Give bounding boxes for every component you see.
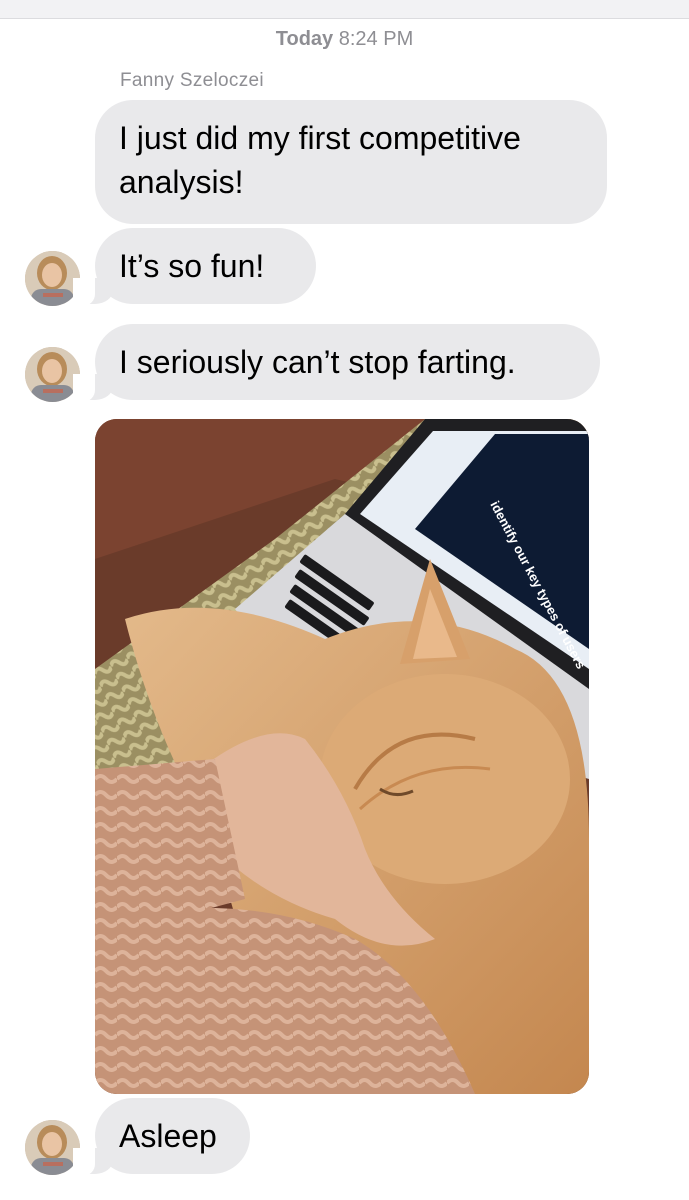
message-bubble[interactable]: I seriously can’t stop farting. (73, 324, 600, 402)
person-avatar-icon (25, 251, 80, 306)
message-bubble[interactable]: It’s so fun! (73, 228, 316, 306)
message-text: I seriously can’t stop farting. (119, 344, 516, 380)
cat-laptop-photo: identify our key types of users (95, 419, 589, 1094)
message-bubble[interactable]: Asleep (73, 1098, 250, 1176)
message-text: Asleep (119, 1118, 217, 1154)
message-bubble[interactable]: I just did my first competitive analysis… (95, 100, 607, 224)
person-avatar-icon (25, 347, 80, 402)
photo-attachment[interactable]: identify our key types of users (95, 419, 589, 1094)
message-text: It’s so fun! (119, 248, 265, 284)
sender-avatar[interactable] (25, 347, 80, 402)
sender-avatar[interactable] (25, 1120, 80, 1175)
timestamp-time: 8:24 PM (338, 28, 414, 50)
message-thread: Today 8:24 PM Fanny Szeloczei I just did… (0, 0, 689, 1200)
top-edge (0, 0, 689, 19)
person-avatar-icon (25, 1120, 80, 1175)
message-text: I just did my first competitive analysis… (119, 120, 521, 200)
thread-timestamp: Today 8:24 PM (0, 28, 689, 51)
sender-avatar[interactable] (25, 251, 80, 306)
timestamp-day: Today (275, 28, 334, 50)
sender-name: Fanny Szeloczei (120, 70, 264, 91)
